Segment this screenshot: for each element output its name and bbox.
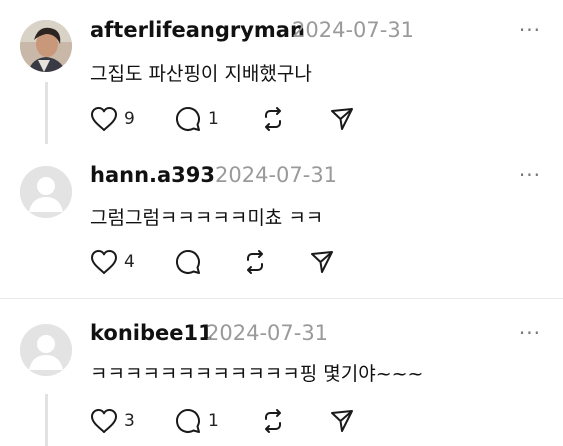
thread-line [45, 82, 48, 144]
more-options-icon[interactable]: ··· [519, 165, 541, 185]
post-date: 2024-07-31 [292, 18, 415, 42]
send-icon [331, 108, 353, 130]
repost-button[interactable] [240, 247, 270, 277]
post-text: ㅋㅋㅋㅋㅋㅋㅋㅋㅋㅋㅋㅋ핑 몇기야~~~ [90, 363, 424, 385]
share-button[interactable] [328, 104, 356, 134]
user-avatar[interactable] [20, 20, 72, 72]
reply-button[interactable] [174, 247, 202, 277]
comment-icon [176, 250, 200, 274]
post-1: afterlifeangryman 2024-07-31 ··· 그집도 파산핑… [0, 0, 563, 150]
action-bar: 9 1 [90, 104, 370, 134]
default-avatar[interactable] [20, 166, 72, 218]
post-2: hann.a393 2024-07-31 ··· 그럼그럼ㅋㅋㅋㅋㅋ미쵸 ㅋㅋ … [0, 150, 563, 300]
reply-button[interactable]: 1 [174, 406, 219, 436]
more-options-icon[interactable]: ··· [519, 323, 541, 343]
repost-icon [265, 107, 281, 131]
heart-icon [91, 250, 117, 274]
share-button[interactable] [328, 406, 356, 436]
post-3: konibee11 2024-07-31 ··· ㅋㅋㅋㅋㅋㅋㅋㅋㅋㅋㅋㅋ핑 몇… [0, 300, 563, 446]
action-bar: 4 [90, 247, 370, 277]
reply-count: 1 [208, 109, 219, 129]
reply-count: 1 [208, 411, 219, 431]
heart-icon [91, 107, 117, 131]
post-date: 2024-07-31 [215, 163, 338, 187]
thread-line [45, 394, 48, 446]
repost-button[interactable] [258, 406, 288, 436]
repost-button[interactable] [258, 104, 288, 134]
send-icon [311, 251, 333, 273]
reply-button[interactable]: 1 [174, 104, 219, 134]
share-button[interactable] [308, 247, 336, 277]
post-text: 그럼그럼ㅋㅋㅋㅋㅋ미쵸 ㅋㅋ [90, 207, 324, 229]
like-button[interactable]: 4 [90, 247, 135, 277]
like-button[interactable]: 9 [90, 104, 135, 134]
repost-icon [265, 409, 281, 433]
comment-icon [176, 409, 200, 433]
username[interactable]: konibee11 [90, 321, 213, 345]
post-date: 2024-07-31 [206, 321, 329, 345]
username[interactable]: hann.a393 [90, 163, 215, 187]
heart-icon [91, 409, 117, 433]
send-icon [331, 410, 353, 432]
like-count: 4 [124, 252, 135, 272]
post-text: 그집도 파산핑이 지배했구나 [90, 63, 312, 85]
like-count: 9 [124, 109, 135, 129]
default-avatar[interactable] [20, 324, 72, 376]
like-count: 3 [124, 411, 135, 431]
more-options-icon[interactable]: ··· [519, 20, 541, 40]
comment-icon [176, 107, 200, 131]
repost-icon [247, 250, 263, 274]
action-bar: 3 1 [90, 406, 370, 436]
username[interactable]: afterlifeangryman [90, 18, 305, 42]
post-divider [0, 298, 563, 299]
like-button[interactable]: 3 [90, 406, 135, 436]
